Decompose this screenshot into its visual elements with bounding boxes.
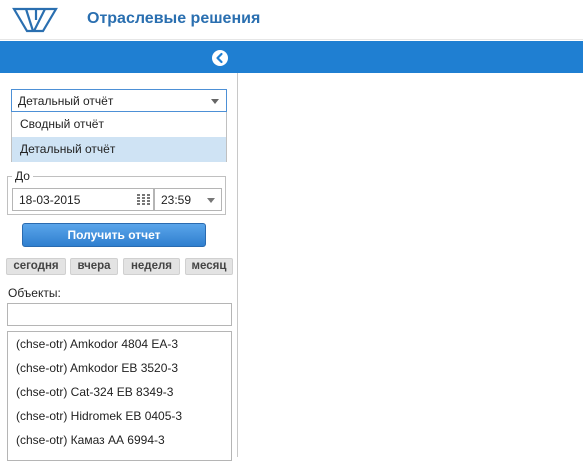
option-detailed-report[interactable]: Детальный отчёт <box>12 137 226 162</box>
date-value: 18-03-2015 <box>19 193 81 207</box>
list-item[interactable]: (chse-otr) Hidromek EB 0405-3 <box>16 409 182 423</box>
list-item[interactable]: (chse-otr) Amkodor 4804 EA-3 <box>16 337 178 351</box>
objects-label: Объекты: <box>8 286 61 300</box>
chevron-down-icon <box>211 99 219 104</box>
top-band <box>0 41 583 73</box>
month-button[interactable]: месяц <box>185 258 233 275</box>
company-logo[interactable] <box>12 6 58 34</box>
date-field[interactable]: 18-03-2015 <box>12 188 154 211</box>
objects-list[interactable]: (chse-otr) Amkodor 4804 EA-3 (chse-otr) … <box>7 331 232 461</box>
week-button[interactable]: неделя <box>123 258 180 275</box>
today-button[interactable]: сегодня <box>6 258 66 275</box>
report-type-dropdown: Сводный отчёт Детальный отчёт <box>11 112 227 162</box>
objects-search-input[interactable] <box>7 303 232 326</box>
yesterday-button[interactable]: вчера <box>70 258 118 275</box>
chevron-left-icon <box>216 52 223 64</box>
time-select[interactable]: 23:59 <box>154 188 222 211</box>
report-type-select[interactable]: Детальный отчёт <box>11 89 227 112</box>
time-value: 23:59 <box>161 193 192 207</box>
app-header: Отраслевые решения <box>0 0 583 40</box>
report-type-value: Детальный отчёт <box>18 94 114 108</box>
collapse-sidebar-button[interactable] <box>212 50 228 66</box>
main-content <box>239 73 583 457</box>
list-item[interactable]: (chse-otr) Amkodor EB 3520-3 <box>16 361 178 375</box>
app-title: Отраслевые решения <box>87 10 261 27</box>
list-item[interactable]: (chse-otr) Cat-324 EB 8349-3 <box>16 385 173 399</box>
option-summary-report[interactable]: Сводный отчёт <box>12 112 226 137</box>
calendar-icon[interactable] <box>137 194 150 205</box>
get-report-button[interactable]: Получить отчет <box>22 223 206 247</box>
chevron-down-icon <box>207 198 215 203</box>
list-item[interactable]: (chse-otr) Камаз АА 6994-3 <box>16 433 165 447</box>
to-legend: До <box>12 169 33 183</box>
